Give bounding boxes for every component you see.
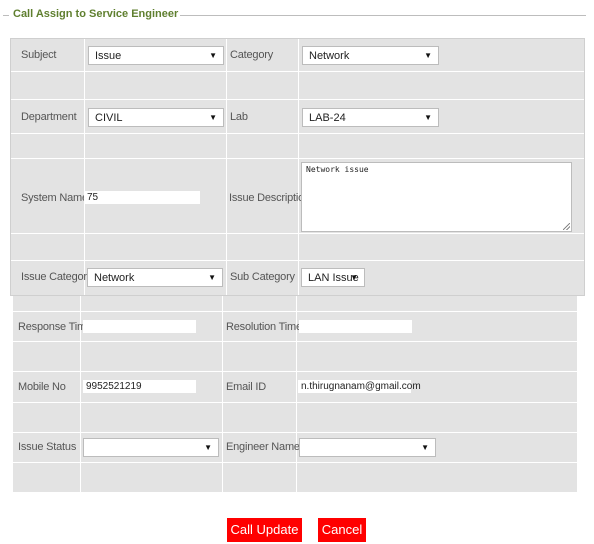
email-id-label: Email ID [226, 381, 266, 393]
row-divider [11, 99, 584, 100]
resize-handle-icon[interactable] [563, 223, 570, 230]
fieldset-legend: Call Assign to Service Engineer [13, 8, 179, 20]
chevron-down-icon: ▼ [209, 51, 217, 60]
chevron-down-icon: ▼ [350, 273, 358, 282]
fieldset-border [3, 15, 9, 16]
lab-select[interactable]: LAB-24 ▼ [302, 108, 439, 127]
chevron-down-icon: ▼ [208, 273, 216, 282]
chevron-down-icon: ▼ [424, 51, 432, 60]
column-divider [298, 39, 299, 295]
row-divider [13, 462, 577, 463]
lab-value: LAB-24 [309, 112, 346, 124]
issue-category-label: Issue Category [21, 271, 93, 283]
department-select[interactable]: CIVIL ▼ [88, 108, 224, 127]
row-divider [11, 71, 584, 72]
sub-category-select[interactable]: LAN Issue ▼ [301, 268, 365, 287]
subject-select[interactable]: Issue ▼ [88, 46, 224, 65]
issue-category-value: Network [94, 272, 135, 284]
issue-description-textarea[interactable]: Network issue [301, 162, 572, 232]
call-update-button[interactable]: Call Update [227, 518, 302, 542]
row-divider [13, 402, 577, 403]
row-divider [13, 432, 577, 433]
chevron-down-icon: ▼ [424, 113, 432, 122]
category-select[interactable]: Network ▼ [302, 46, 439, 65]
row-divider [13, 341, 577, 342]
engineer-name-label: Engineer Name [226, 441, 300, 453]
sub-category-label: Sub Category [230, 271, 295, 283]
issue-description-label: Issue Description [229, 192, 310, 204]
department-value: CIVIL [95, 112, 123, 124]
column-divider [84, 39, 85, 295]
system-name-input[interactable]: 75 [84, 191, 200, 204]
row-divider [11, 133, 584, 134]
row-divider [11, 260, 584, 261]
mobile-no-input[interactable]: 9952521219 [83, 380, 196, 393]
lab-label: Lab [230, 111, 248, 123]
row-divider [13, 371, 577, 372]
row-divider [11, 233, 584, 234]
row-divider [11, 158, 584, 159]
category-value: Network [309, 50, 350, 62]
department-label: Department [21, 111, 77, 123]
subject-value: Issue [95, 50, 122, 62]
engineer-name-select[interactable]: ▼ [299, 438, 436, 457]
cancel-button[interactable]: Cancel [318, 518, 366, 542]
fieldset-border [180, 15, 586, 16]
mobile-no-label: Mobile No [18, 381, 66, 393]
issue-status-label: Issue Status [18, 441, 77, 453]
system-name-label: System Name [21, 192, 88, 204]
response-time-input[interactable] [83, 320, 196, 333]
chevron-down-icon: ▼ [204, 443, 212, 452]
row-divider [13, 311, 577, 312]
chevron-down-icon: ▼ [209, 113, 217, 122]
issue-status-select[interactable]: ▼ [83, 438, 219, 457]
email-id-input[interactable]: n.thirugnanam@gmail.com [298, 380, 421, 393]
column-divider [226, 39, 227, 295]
resolution-time-label: Resolution Time [226, 321, 302, 333]
issue-category-select[interactable]: Network ▼ [87, 268, 223, 287]
chevron-down-icon: ▼ [421, 443, 429, 452]
response-time-label: Response Time [18, 321, 92, 333]
issue-description-value: Network issue [306, 165, 369, 174]
category-label: Category [230, 49, 274, 61]
subject-label: Subject [21, 49, 57, 61]
resolution-time-input[interactable] [299, 320, 412, 333]
